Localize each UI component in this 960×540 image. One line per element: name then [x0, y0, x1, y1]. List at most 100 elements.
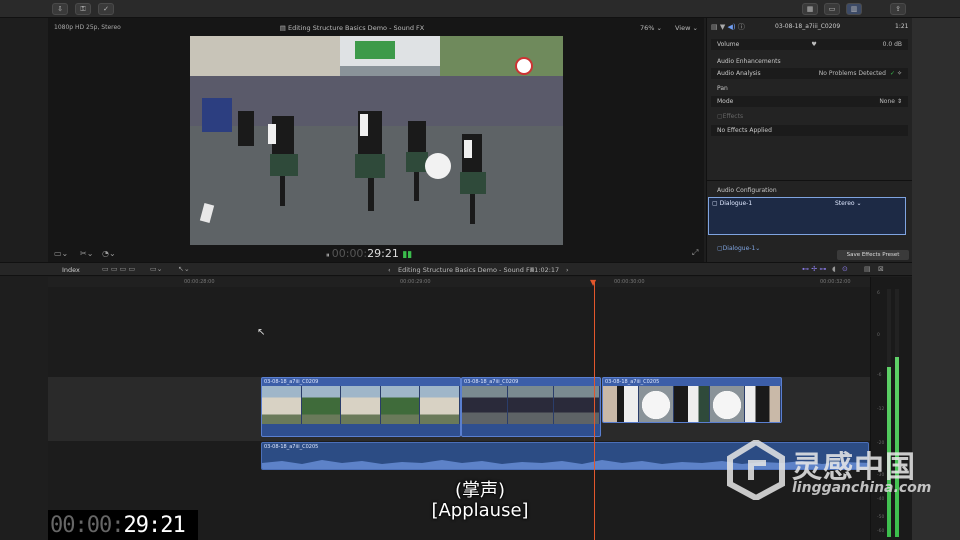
retime-icon[interactable]: ◔⌄: [102, 249, 116, 258]
effects-browser-icon[interactable]: ▤: [864, 265, 871, 273]
meter-scale-label: 0: [877, 333, 880, 338]
snapping-icon[interactable]: ⊷ ✢ ⊶: [802, 265, 826, 273]
video-clip[interactable]: 03-08-18_a7iii_C0205: [602, 377, 782, 423]
import-icon[interactable]: ⇩: [52, 3, 68, 15]
playhead-handle-icon[interactable]: ▼: [590, 279, 599, 287]
color-tab-icon[interactable]: ▼: [720, 23, 725, 31]
zoom-menu[interactable]: 76% ⌄: [640, 24, 662, 32]
effects-row: ▢ Effects: [711, 111, 908, 122]
viewer-display-icon[interactable]: ▭⌄: [54, 249, 68, 258]
effects-value-row: No Effects Applied: [711, 125, 908, 136]
meter-scale-label: -6: [877, 373, 882, 378]
overlay-timecode-dim: 00:00:: [50, 512, 124, 538]
video-frame: [190, 36, 563, 245]
timeline-forward-icon[interactable]: ›: [566, 266, 569, 274]
pan-label: Pan: [717, 85, 728, 92]
video-clip[interactable]: 03-08-18_a7iii_C0209: [461, 377, 601, 437]
fullscreen-icon[interactable]: ⤢: [692, 248, 698, 258]
clip-name: 03-08-18_a7iii_C0209: [464, 379, 519, 385]
volume-slider-icon[interactable]: ♥: [811, 41, 816, 48]
audio-config-label: Audio Configuration: [717, 187, 777, 194]
film-icon: ▤: [279, 24, 289, 32]
config-item-channel[interactable]: Stereo ⌄: [835, 200, 862, 207]
solo-icon[interactable]: ⊙: [842, 265, 848, 273]
keywords-icon[interactable]: ⚿: [75, 3, 91, 15]
share-icon[interactable]: ⇪: [890, 3, 906, 15]
meter-scale-label: -60: [877, 529, 885, 534]
config-item[interactable]: ▢ Dialogue-1: [712, 200, 752, 207]
volume-row[interactable]: Volume ♥ 0.0 dB: [711, 39, 908, 50]
timeline-ruler[interactable]: 00:00:28:00 00:00:29:00 00:00:30:00 00:0…: [48, 277, 870, 287]
config-item-label: Dialogue-1: [719, 200, 753, 207]
top-toolbar: ⇩ ⚿ ✓ ▦ ▭ ▥ ⇪: [0, 0, 960, 18]
audio-skimming-icon[interactable]: ◖: [832, 265, 836, 273]
parade-scene: [190, 36, 563, 245]
timecode-dim: 00:00:: [331, 247, 368, 260]
timeline-back-icon[interactable]: ‹: [388, 266, 391, 274]
inspector-tabs: ▤ ▼ ◀) ⓘ: [711, 22, 745, 32]
inspector-clip-name: 03-08-18_a7iii_C0209: [775, 23, 841, 30]
timecode-overlay: 00:00: 29:21: [48, 510, 198, 540]
audio-config-row: Audio Configuration: [711, 185, 908, 196]
background-tasks-icon[interactable]: ✓: [98, 3, 114, 15]
ruler-tick: 00:00:32:00: [820, 279, 851, 285]
analysis-value: No Problems Detected: [818, 70, 886, 77]
clip-thumbnails: [262, 386, 460, 424]
timeline-title: Editing Structure Basics Demo - Sound FX: [398, 266, 535, 274]
divider: [707, 180, 913, 181]
select-tool-icon[interactable]: ↖⌄: [178, 265, 190, 273]
zoom-value: 76%: [640, 24, 655, 32]
timeline-toggle-icon[interactable]: ▭: [824, 3, 840, 15]
mode-value[interactable]: None: [879, 98, 895, 105]
volume-value[interactable]: 0.0 dB: [883, 41, 902, 48]
save-effects-preset-button[interactable]: Save Effects Preset: [837, 250, 909, 260]
clip-audio-strip: [262, 424, 460, 436]
audio-level-icon: ▮▮: [402, 250, 413, 260]
analysis-label: Audio Analysis: [717, 70, 761, 77]
chevron-updown-icon: ⇕: [896, 98, 902, 105]
config-item2-label: Dialogue-1: [722, 245, 756, 252]
timecode-value: 29:21: [367, 247, 399, 260]
clip-thumbnails: [603, 386, 781, 422]
check-icon: ✓: [889, 70, 895, 77]
volume-label: Volume: [717, 41, 740, 48]
mouse-cursor-icon: ↖: [257, 327, 266, 338]
view-menu[interactable]: View ⌄: [675, 24, 698, 32]
config-item-value: Stereo: [835, 200, 855, 207]
chevron-down-icon: ⌄: [656, 24, 662, 32]
timeline-duration: 01:02:17: [530, 266, 560, 274]
mode-row[interactable]: Mode None ⇕: [711, 96, 908, 107]
audio-config-selected[interactable]: ▢ Dialogue-1 Stereo ⌄: [708, 197, 906, 235]
timeline-toolbar: Index ▭ ▭ ▭ ▭ ▭⌄ ↖⌄ ‹ Editing Structure …: [0, 262, 912, 276]
ruler-tick: 00:00:30:00: [614, 279, 645, 285]
index-button[interactable]: Index: [62, 266, 80, 274]
clip-thumbnails: [462, 386, 600, 424]
overlay-timecode-value: 29:21: [123, 512, 185, 538]
info-tab-icon[interactable]: ⓘ: [738, 23, 745, 31]
browser-toggle-icon[interactable]: ▦: [802, 3, 818, 15]
inspector-toggle-icon[interactable]: ▥: [846, 3, 862, 15]
effects-value: No Effects Applied: [717, 127, 772, 134]
video-tab-icon[interactable]: ▤: [711, 23, 718, 31]
audio-clip-name: 03-08-18_a7iii_C0205: [264, 444, 319, 450]
pan-row: Pan: [711, 83, 908, 94]
mode-label: Mode: [717, 98, 734, 105]
transitions-browser-icon[interactable]: ⊠: [878, 265, 884, 273]
enhancements-label: Audio Enhancements: [717, 58, 781, 65]
edit-buttons-icon[interactable]: ▭ ▭ ▭ ▭: [102, 265, 135, 273]
viewer-timecode: ⏸ 00:00:29:21 ▮▮: [326, 247, 412, 260]
clip-appearance-icon[interactable]: ▭⌄: [150, 265, 162, 273]
subtitle-chinese: (掌声): [454, 480, 506, 501]
clip-name: 03-08-18_a7iii_C0205: [605, 379, 660, 385]
video-clip[interactable]: 03-08-18_a7iii_C0209: [261, 377, 461, 437]
ruler-tick: 00:00:29:00: [400, 279, 431, 285]
audio-tab-icon[interactable]: ◀): [727, 23, 735, 31]
checkbox-icon[interactable]: ▢: [712, 200, 720, 207]
analysis-row: Audio Analysis No Problems Detected ✓ ✧: [711, 68, 908, 79]
inspector-duration: 1:21: [895, 23, 909, 30]
enhancements-row: Audio Enhancements: [711, 56, 908, 67]
chevron-down-icon: ⌄: [692, 24, 698, 32]
magic-wand-icon[interactable]: ✧: [897, 70, 902, 77]
clip-name: 03-08-18_a7iii_C0209: [264, 379, 319, 385]
transform-icon[interactable]: ✂⌄: [80, 249, 93, 258]
